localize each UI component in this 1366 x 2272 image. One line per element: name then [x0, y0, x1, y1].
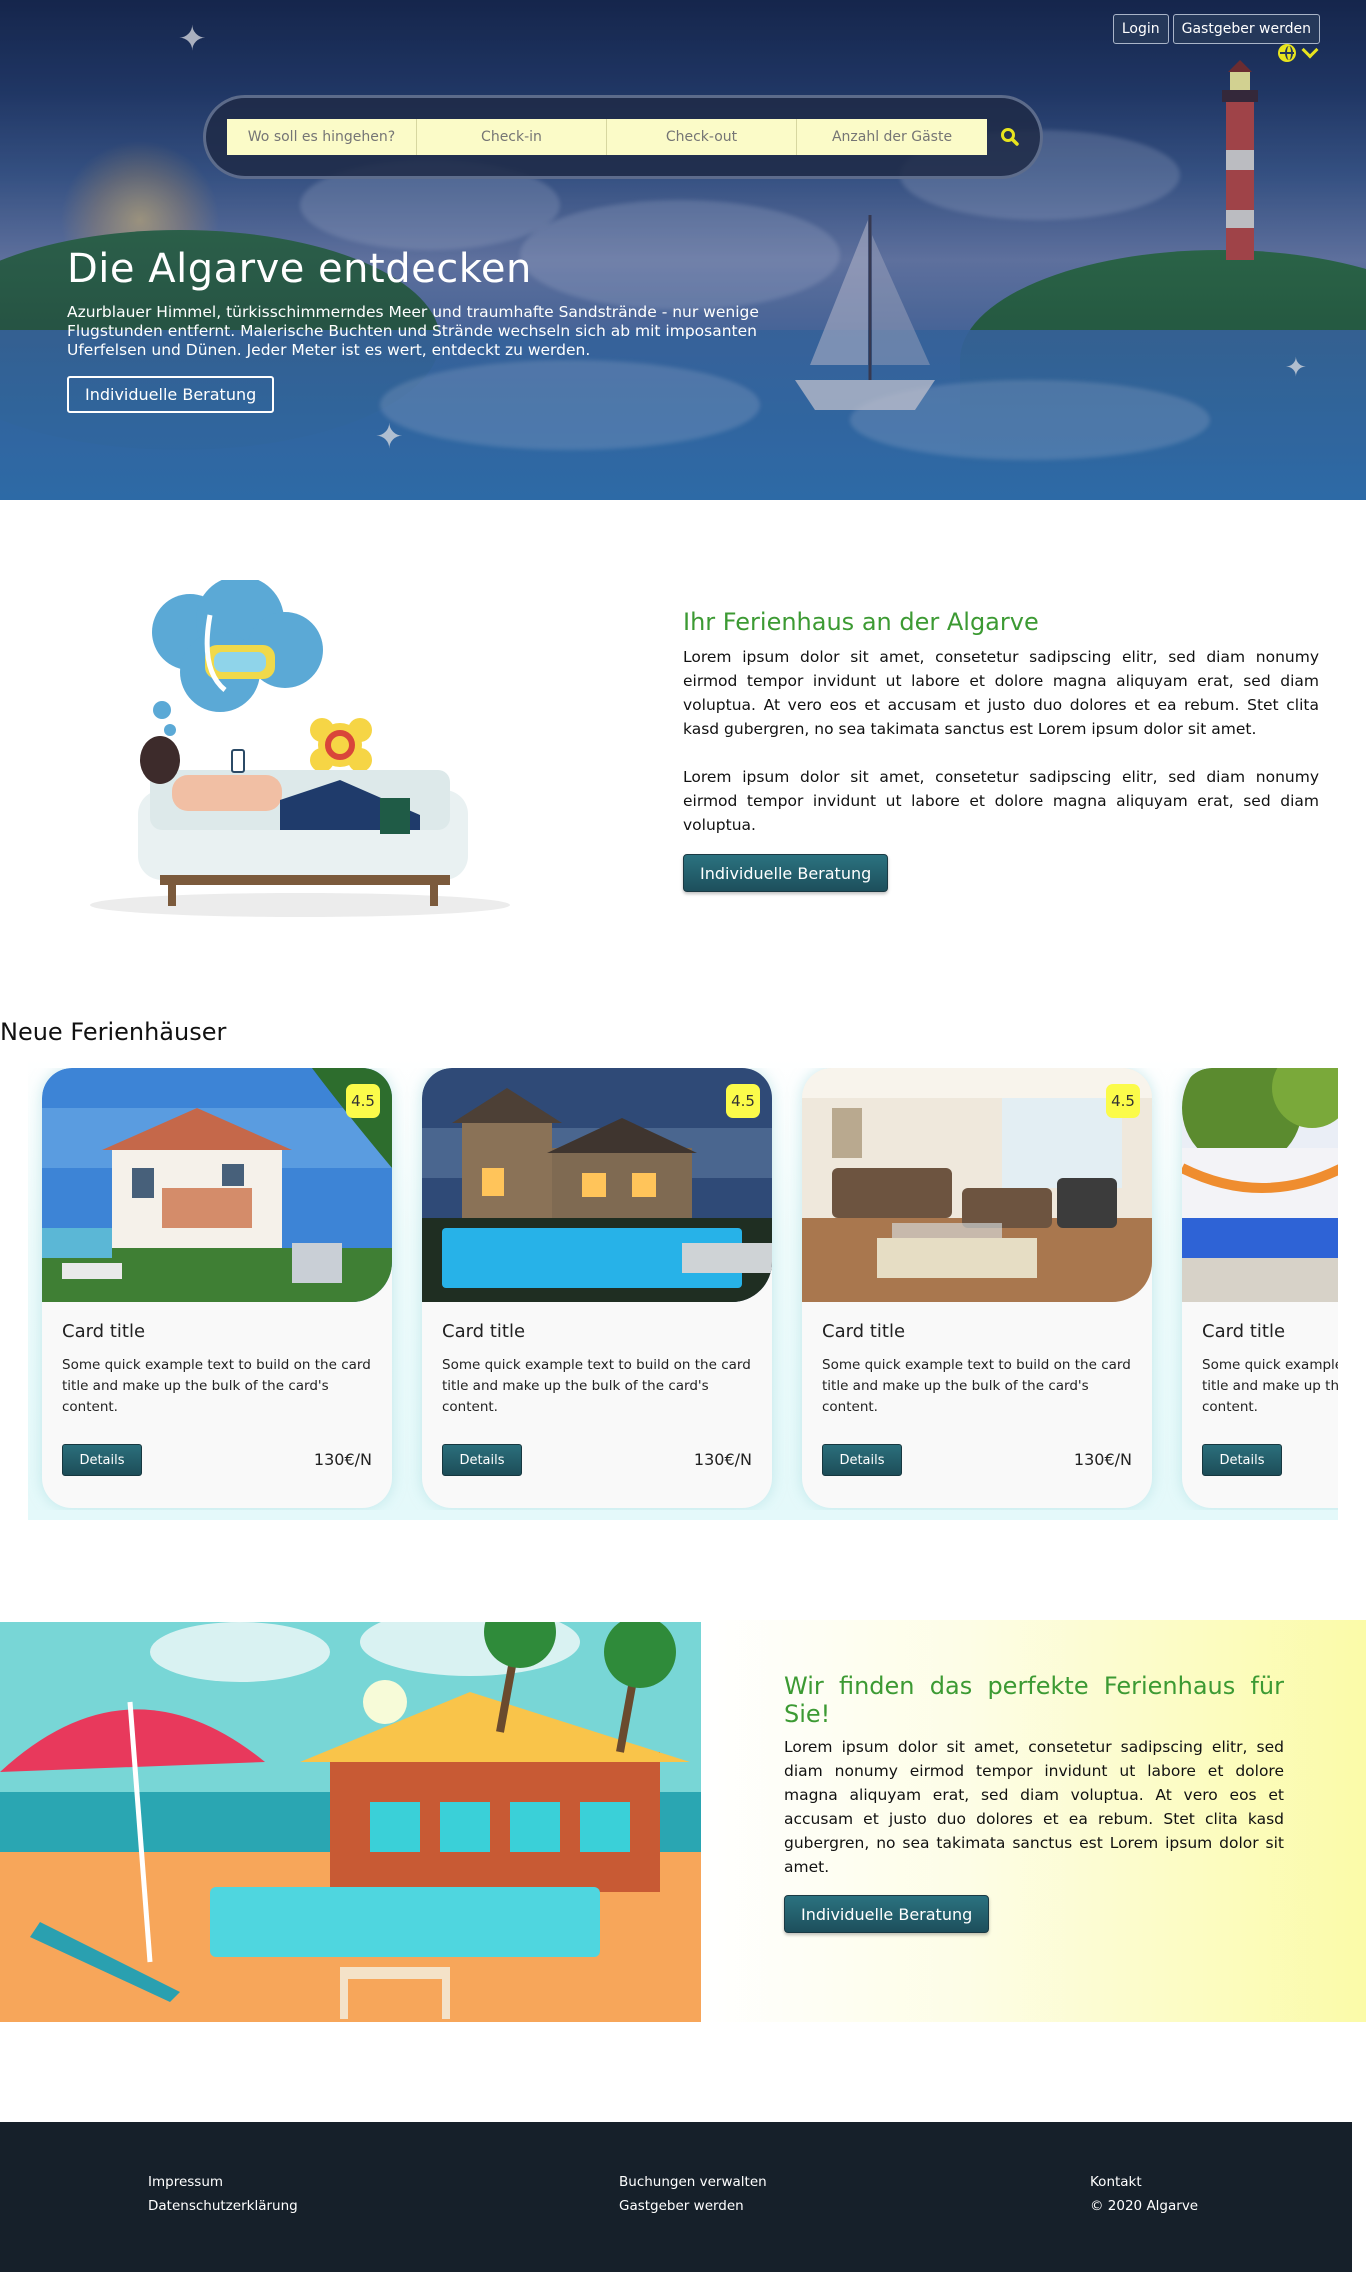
rating-badge: 4.5 [726, 1084, 760, 1118]
footer-link-impressum[interactable]: Impressum [148, 2170, 298, 2194]
listing-card[interactable]: 4.5 Card title Some quick example text t… [422, 1068, 772, 1508]
footer-link-privacy[interactable]: Datenschutzerklärung [148, 2194, 298, 2218]
card-title: Card title [442, 1321, 526, 1342]
beach-house-illustration [0, 1622, 701, 2022]
card-description: Some quick example text to build on the … [442, 1357, 751, 1415]
hero-section: ✦ ✦ ✦ Login Gastgeber werden Die Algarve… [0, 0, 1366, 500]
top-nav: Login Gastgeber werden [1112, 14, 1320, 44]
footer-copyright: © 2020 Algarve [1090, 2198, 1199, 2214]
details-button[interactable]: Details [1202, 1444, 1282, 1476]
intro-consultation-button[interactable]: Individuelle Beratung [683, 854, 889, 892]
checkout-input[interactable] [607, 119, 797, 155]
guests-input[interactable] [797, 119, 987, 155]
perfect-paragraph: Lorem ipsum dolor sit amet, consetetur s… [784, 1738, 1284, 1876]
stone-house-photo [422, 1068, 772, 1302]
destination-input[interactable] [227, 119, 417, 155]
intro-title: Ihr Ferienhaus an der Algarve [683, 608, 1039, 636]
details-button[interactable]: Details [822, 1444, 902, 1476]
host-signup-button[interactable]: Gastgeber werden [1172, 14, 1320, 44]
globe-icon [1278, 44, 1296, 62]
card-title: Card title [62, 1321, 146, 1342]
hero-consultation-button[interactable]: Individuelle Beratung [67, 376, 275, 413]
footer-link-contact[interactable]: Kontakt [1090, 2170, 1198, 2194]
footer-column-account: Buchungen verwalten Gastgeber werden [619, 2170, 767, 2218]
hero-title: Die Algarve entdecken [67, 246, 532, 292]
footer-link-host[interactable]: Gastgeber werden [619, 2194, 767, 2218]
search-fields [227, 119, 987, 155]
listing-card[interactable]: 4.5 Card title Some quick example text t… [802, 1068, 1152, 1508]
footer-column-legal: Impressum Datenschutzerklärung [148, 2170, 298, 2218]
card-description: Some quick example text to build on the … [62, 1357, 371, 1415]
card-title: Card title [822, 1321, 906, 1342]
card-description: Some quick example text to build on the … [822, 1357, 1131, 1415]
perfect-title: Wir finden das perfekte Ferienhaus für S… [784, 1672, 1284, 1728]
villa-photo [42, 1068, 392, 1302]
footer-link-bookings[interactable]: Buchungen verwalten [619, 2170, 767, 2194]
chevron-down-icon [1301, 41, 1319, 59]
intro-paragraph: Lorem ipsum dolor sit amet, consetetur s… [683, 768, 1319, 834]
language-switcher[interactable] [1278, 41, 1319, 62]
perfect-consultation-button[interactable]: Individuelle Beratung [784, 1895, 990, 1933]
rating-badge: 4.5 [346, 1084, 380, 1118]
listings-title: Neue Ferienhäuser [0, 1018, 227, 1046]
card-price: 130€/N [313, 1450, 372, 1469]
search-icon[interactable] [998, 125, 1022, 149]
card-title: Card title [1202, 1321, 1286, 1342]
details-button[interactable]: Details [442, 1444, 522, 1476]
card-description: Some quick example text to build on the … [1202, 1357, 1338, 1415]
login-button[interactable]: Login [1112, 14, 1169, 44]
card-price: 130€/N [1073, 1450, 1132, 1469]
listing-card[interactable]: 4.5 Card title Some quick example text t… [42, 1068, 392, 1508]
listing-card[interactable]: Card title Some quick example text to bu… [1182, 1068, 1338, 1508]
rating-badge: 4.5 [1106, 1084, 1140, 1118]
details-button[interactable]: Details [62, 1444, 142, 1476]
checkin-input[interactable] [417, 119, 607, 155]
footer-column-contact: Kontakt © 2020 Algarve [1090, 2170, 1198, 2218]
relaxing-person-illustration [90, 580, 510, 917]
intro-paragraph: Lorem ipsum dolor sit amet, consetetur s… [683, 648, 1319, 738]
courtyard-photo [1182, 1068, 1338, 1302]
card-price: 130€/N [693, 1450, 752, 1469]
living-room-photo [802, 1068, 1152, 1302]
hero-description: Azurblauer Himmel, türkisschimmerndes Me… [67, 303, 759, 359]
listings-carousel: 4.5 Card title Some quick example text t… [28, 1068, 1338, 1510]
